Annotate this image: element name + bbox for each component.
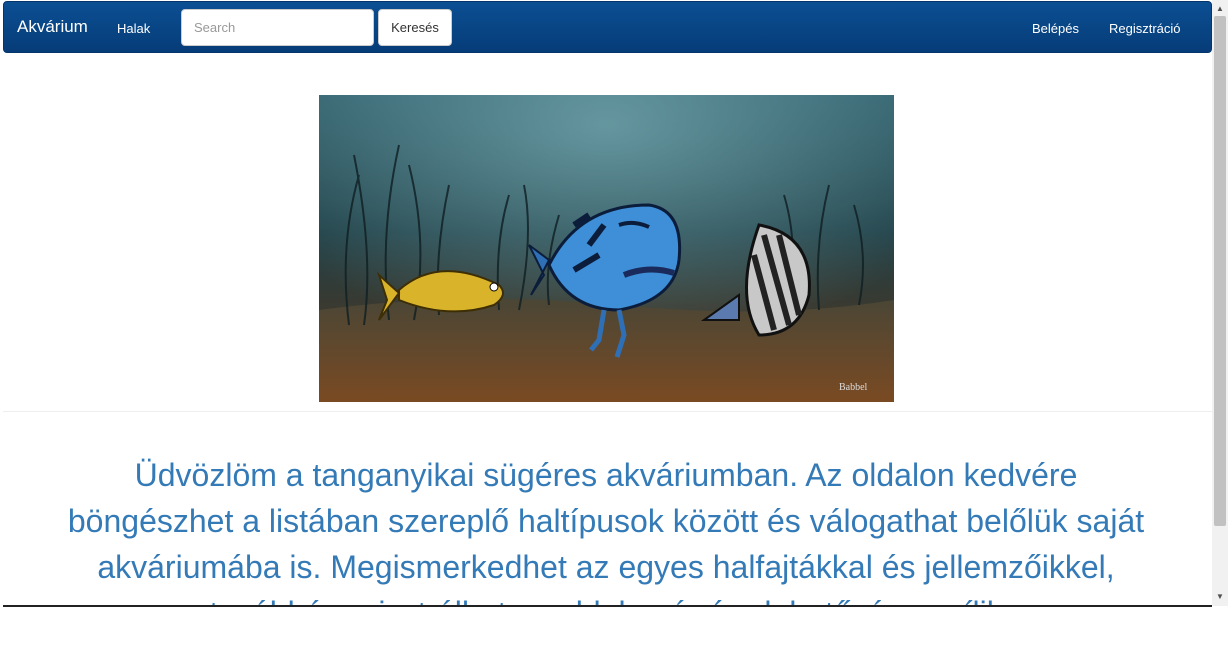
search-input[interactable]: [181, 9, 374, 46]
scrollbar-thumb[interactable]: [1214, 16, 1226, 526]
search-button[interactable]: Keresés: [378, 9, 452, 46]
nav-link-login[interactable]: Belépés: [1032, 21, 1079, 36]
scroll-up-icon[interactable]: ▲: [1212, 2, 1228, 16]
section-divider: [3, 411, 1212, 412]
brand-link[interactable]: Akvárium: [17, 17, 88, 37]
hero-image: Babbel: [319, 95, 894, 402]
viewport-bottom-edge: [3, 605, 1212, 607]
top-navbar: Akvárium Halak Keresés Belépés Regisztrá…: [3, 1, 1212, 53]
nav-link-register[interactable]: Regisztráció: [1109, 21, 1181, 36]
scroll-down-icon[interactable]: ▼: [1212, 590, 1228, 604]
page-scrollbar[interactable]: ▲ ▼: [1212, 0, 1228, 606]
artist-signature: Babbel: [839, 382, 868, 393]
nav-link-halak[interactable]: Halak: [117, 21, 150, 36]
viewport-cutoff: [0, 606, 1228, 648]
